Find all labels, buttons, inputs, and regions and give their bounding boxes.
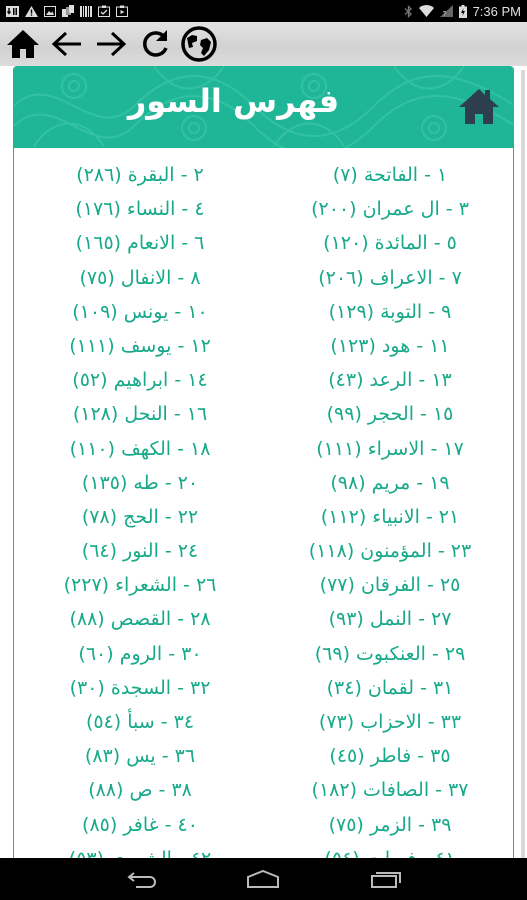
warning-icon xyxy=(25,5,38,17)
back-button[interactable] xyxy=(48,25,86,63)
surah-item[interactable]: ٣٤ - سبأ (٥٤) xyxy=(15,705,265,739)
surah-item[interactable]: ٣٠ - الروم (٦٠) xyxy=(15,637,265,671)
globe-icon xyxy=(181,26,217,62)
globe-button[interactable] xyxy=(180,25,218,63)
surah-item[interactable]: ٢٠ - طه (١٣٥) xyxy=(15,466,265,500)
wifi-icon xyxy=(418,5,434,17)
surah-item[interactable]: ٢٨ - القصص (٨٨) xyxy=(15,602,265,636)
surah-item[interactable]: ٧ - الاعراف (٢٠٦) xyxy=(265,261,513,295)
clipboard-check-icon xyxy=(98,5,110,17)
system-back-button[interactable] xyxy=(121,864,161,894)
home-icon xyxy=(7,30,39,58)
home-icon xyxy=(459,89,499,124)
surah-item[interactable]: ١٣ - الرعد (٤٣) xyxy=(265,363,513,397)
surah-item[interactable]: ١٩ - مريم (٩٨) xyxy=(265,466,513,500)
status-bar: ? 7:36 PM xyxy=(0,0,527,22)
surah-item[interactable]: ٢ - البقرة (٢٨٦) xyxy=(15,158,265,192)
surah-item[interactable]: ٢٢ - الحج (٧٨) xyxy=(15,500,265,534)
clock: 7:36 PM xyxy=(472,3,521,19)
surah-item[interactable]: ٨ - الانفال (٧٥) xyxy=(15,261,265,295)
surah-item[interactable]: ٣٧ - الصافات (١٨٢) xyxy=(265,773,513,807)
scrollbar[interactable] xyxy=(521,70,525,860)
reload-icon xyxy=(143,30,168,57)
svg-text:?: ? xyxy=(442,11,446,17)
card-header: فهرس السور xyxy=(14,66,513,148)
page-content: فهرس السور ١ - الفاتحة (٧) ٢ - البقرة (٢٨… xyxy=(0,66,527,866)
surah-item[interactable]: ٣٥ - فاطر (٤٥) xyxy=(265,739,513,773)
surah-item[interactable]: ٢٣ - المؤمنون (١١٨) xyxy=(265,534,513,568)
system-recents-button[interactable] xyxy=(366,864,406,894)
page-title: فهرس السور xyxy=(127,82,340,120)
image-icon xyxy=(44,5,56,17)
download-icon xyxy=(6,5,19,17)
clipboard-play-icon xyxy=(116,5,128,17)
notification-icons xyxy=(6,5,128,17)
surah-item[interactable]: ١ - الفاتحة (٧) xyxy=(265,158,513,192)
surah-item[interactable]: ٥ - المائدة (١٢٠) xyxy=(265,226,513,260)
browser-toolbar xyxy=(0,22,527,66)
surah-item[interactable]: ١٢ - يوسف (١١١) xyxy=(15,329,265,363)
signal-icon: ? xyxy=(439,5,453,17)
surah-item[interactable]: ٣٨ - ص (٨٨) xyxy=(15,773,265,807)
surah-item[interactable]: ١٧ - الاسراء (١١١) xyxy=(265,432,513,466)
surah-item[interactable]: ٣٢ - السجدة (٣٠) xyxy=(15,671,265,705)
cards-icon xyxy=(62,5,74,17)
surah-item[interactable]: ٩ - التوبة (١٢٩) xyxy=(265,295,513,329)
header-home-button[interactable] xyxy=(457,86,501,126)
bluetooth-icon xyxy=(404,4,412,18)
surah-item[interactable]: ٣٦ - يس (٨٣) xyxy=(15,739,265,773)
system-icons: ? 7:36 PM xyxy=(404,4,521,19)
battery-charging-icon xyxy=(458,4,467,18)
arrow-right-icon xyxy=(97,31,127,57)
barcode-icon xyxy=(80,5,92,17)
system-navigation-bar xyxy=(0,858,527,900)
surah-item[interactable]: ١٦ - النحل (١٢٨) xyxy=(15,397,265,431)
surah-item[interactable]: ٦ - الانعام (١٦٥) xyxy=(15,226,265,260)
system-home-button[interactable] xyxy=(243,864,283,894)
surah-item[interactable]: ٣ - ال عمران (٢٠٠) xyxy=(265,192,513,226)
back-icon xyxy=(127,872,157,888)
surah-item[interactable]: ٢٤ - النور (٦٤) xyxy=(15,534,265,568)
surah-item[interactable]: ٤٠ - غافر (٨٥) xyxy=(15,808,265,842)
home-outline-icon xyxy=(247,870,280,888)
recents-icon xyxy=(370,872,401,888)
surah-index-card: فهرس السور ١ - الفاتحة (٧) ٢ - البقرة (٢٨… xyxy=(13,66,514,866)
surah-item[interactable]: ١٨ - الكهف (١١٠) xyxy=(15,432,265,466)
surah-item[interactable]: ١١ - هود (١٢٣) xyxy=(265,329,513,363)
forward-button[interactable] xyxy=(92,25,130,63)
reload-button[interactable] xyxy=(136,25,174,63)
surah-item[interactable]: ٢٧ - النمل (٩٣) xyxy=(265,602,513,636)
surah-list: ١ - الفاتحة (٧) ٢ - البقرة (٢٨٦) ٣ - ال عم… xyxy=(14,158,513,865)
surah-item[interactable]: ٣٩ - الزمر (٧٥) xyxy=(265,808,513,842)
surah-item[interactable]: ١٠ - يونس (١٠٩) xyxy=(15,295,265,329)
surah-item[interactable]: ٢١ - الانبياء (١١٢) xyxy=(265,500,513,534)
surah-item[interactable]: ١٥ - الحجر (٩٩) xyxy=(265,397,513,431)
surah-item[interactable]: ٤ - النساء (١٧٦) xyxy=(15,192,265,226)
surah-item[interactable]: ٢٦ - الشعراء (٢٢٧) xyxy=(15,568,265,602)
toolbar-home-button[interactable] xyxy=(4,25,42,63)
surah-item[interactable]: ٣٣ - الاحزاب (٧٣) xyxy=(265,705,513,739)
surah-item[interactable]: ١٤ - ابراهيم (٥٢) xyxy=(15,363,265,397)
surah-item[interactable]: ٢٥ - الفرقان (٧٧) xyxy=(265,568,513,602)
surah-item[interactable]: ٣١ - لقمان (٣٤) xyxy=(265,671,513,705)
arrow-left-icon xyxy=(51,31,81,57)
surah-item[interactable]: ٢٩ - العنكبوت (٦٩) xyxy=(265,637,513,671)
